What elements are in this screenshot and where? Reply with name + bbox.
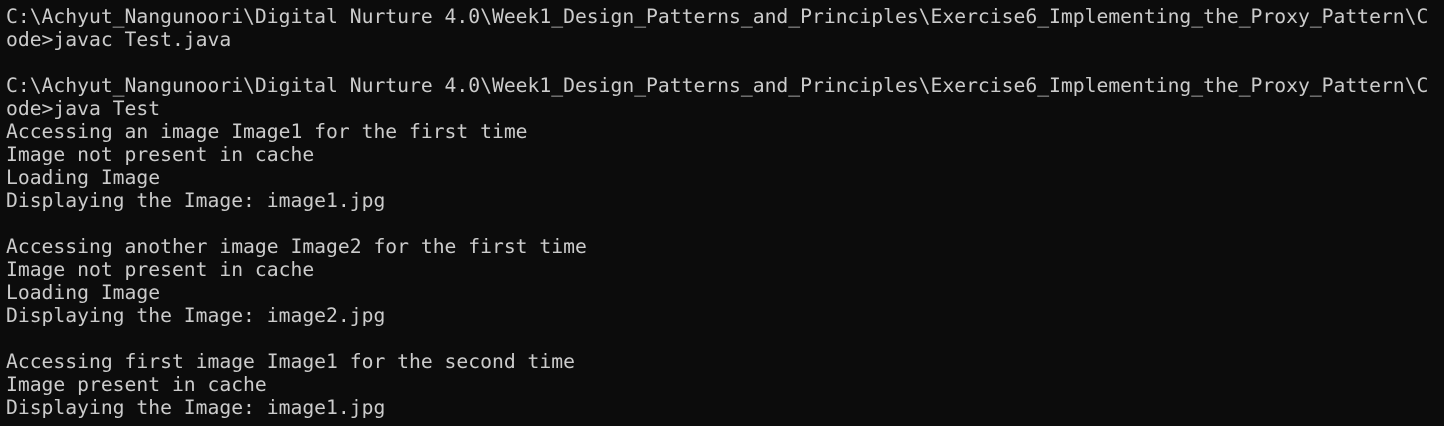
- output-line: Image not present in cache: [6, 143, 315, 166]
- output-line: Loading Image: [6, 281, 161, 304]
- prompt-line: C:\Achyut_Nangunoori\Digital Nurture 4.0…: [6, 74, 1429, 97]
- output-line: Displaying the Image: image1.jpg: [6, 396, 386, 419]
- output-line: Accessing first image Image1 for the sec…: [6, 350, 575, 373]
- terminal-output: C:\Achyut_Nangunoori\Digital Nurture 4.0…: [6, 5, 1428, 419]
- output-line: Displaying the Image: image2.jpg: [6, 304, 386, 327]
- output-line: Accessing another image Image2 for the f…: [6, 235, 587, 258]
- command-line: ode>javac Test.java: [6, 28, 232, 51]
- prompt-line: C:\Achyut_Nangunoori\Digital Nurture 4.0…: [6, 5, 1429, 28]
- output-line: Image not present in cache: [6, 258, 315, 281]
- output-line: Accessing an image Image1 for the first …: [6, 120, 528, 143]
- terminal-window[interactable]: C:\Achyut_Nangunoori\Digital Nurture 4.0…: [0, 0, 1444, 426]
- command-line: ode>java Test: [6, 97, 161, 120]
- output-line: Loading Image: [6, 166, 161, 189]
- output-line: Displaying the Image: image1.jpg: [6, 189, 386, 212]
- output-line: Image present in cache: [6, 373, 267, 396]
